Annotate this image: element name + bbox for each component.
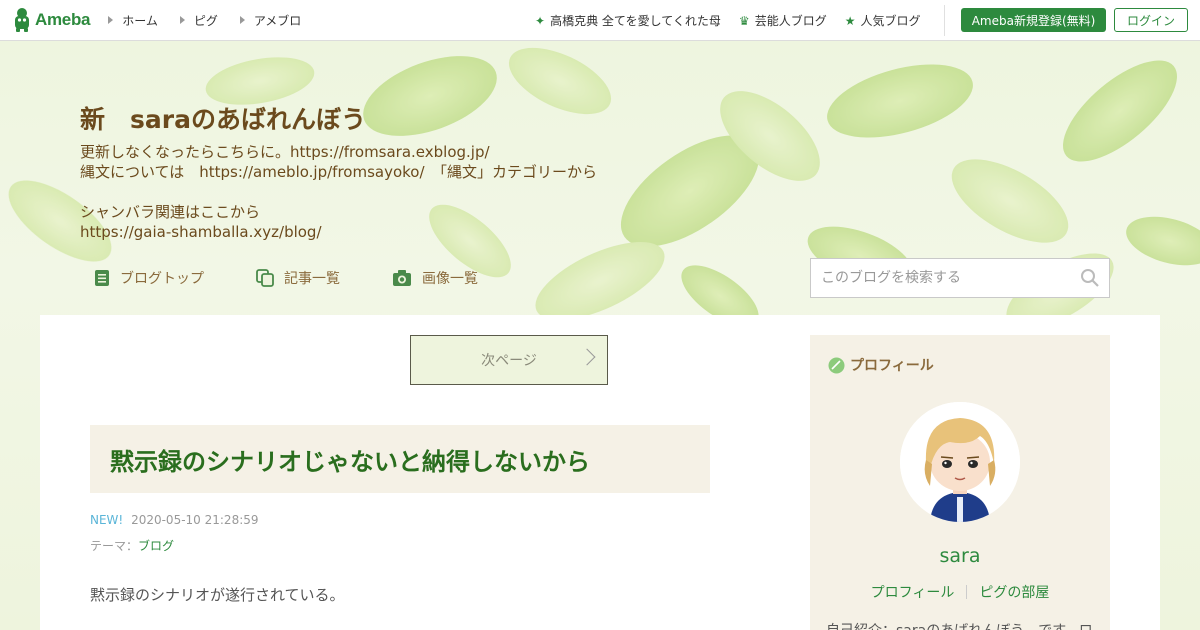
theme-label: テーマ： xyxy=(90,539,139,553)
description-line: シャンバラ関連はここから xyxy=(80,203,261,221)
next-page-button[interactable]: 次ページ xyxy=(410,335,608,385)
entry-datetime: 2020-05-10 21:28:59 xyxy=(131,513,259,527)
blog-nav-label: 画像一覧 xyxy=(422,271,478,287)
profile-intro: 自己紹介：saraのあばれんぼう です。ロ xyxy=(826,620,1096,630)
entry-title-box: 黙示録のシナリオじゃないと納得しないから xyxy=(90,425,710,493)
description-line: 更新しなくなったらこちらに。https://fromsara.exblog.jp… xyxy=(80,143,490,161)
nav-pigg-link[interactable]: ピグ xyxy=(179,12,218,29)
profile-name[interactable]: sara xyxy=(810,545,1110,567)
entry-theme: テーマ：ブログ xyxy=(90,537,174,554)
nav-popular-blog-link[interactable]: ★ 人気ブログ xyxy=(845,12,921,29)
blog-description: 更新しなくなったらこちらに。https://fromsara.exblog.jp… xyxy=(80,142,597,242)
blog-nav: ブログトップ 記事一覧 画像一覧 xyxy=(94,268,530,288)
nav-label: 人気ブログ xyxy=(860,14,921,28)
entry-body: 黙示録のシナリオが遂行されている。 xyxy=(90,586,345,604)
blog-top-link[interactable]: ブログトップ xyxy=(94,268,204,288)
nav-label: 芸能人ブログ xyxy=(754,14,827,28)
next-page-label: 次ページ xyxy=(481,353,537,369)
entry-title[interactable]: 黙示録のシナリオじゃないと納得しないから xyxy=(110,442,590,477)
logo-text: Ameba xyxy=(35,10,91,29)
description-line: https://gaia-shamballa.xyz/blog/ xyxy=(80,223,322,241)
divider xyxy=(944,5,945,36)
entry-meta: NEW! 2020-05-10 21:28:59 xyxy=(90,513,259,527)
star-icon: ★ xyxy=(844,13,856,28)
profile-links: プロフィール ピグの部屋 xyxy=(810,582,1110,602)
description-line xyxy=(80,182,597,202)
blog-title[interactable]: 新 saraのあばれんぼう xyxy=(80,100,366,136)
leaf-icon xyxy=(828,357,845,373)
crown-icon: ♛ xyxy=(738,13,750,28)
image-list-link[interactable]: 画像一覧 xyxy=(392,268,478,288)
ameba-logo[interactable]: Ameba xyxy=(12,8,90,32)
nav-label: アメブロ xyxy=(253,13,302,28)
avatar-image xyxy=(900,402,1020,522)
entry-list-link[interactable]: 記事一覧 xyxy=(256,268,340,288)
divider xyxy=(966,585,968,599)
register-button[interactable]: Ameba新規登録(無料) xyxy=(961,8,1106,32)
ameba-mascot-icon xyxy=(15,8,29,32)
triangle-right-icon xyxy=(179,16,185,24)
login-button[interactable]: ログイン xyxy=(1114,8,1188,32)
camera-icon xyxy=(393,270,411,286)
global-header: Ameba ホーム ピグ アメブロ ✦ 高橋克典 全てを愛してくれた母 ♛ 芸能… xyxy=(0,0,1200,41)
chevron-right-icon xyxy=(578,348,596,366)
profile-heading-label: プロフィール xyxy=(850,358,934,374)
nav-ameblo-link[interactable]: アメブロ xyxy=(239,12,302,29)
description-line: 縄文については https://ameblo.jp/fromsayoko/ 「縄… xyxy=(80,163,598,181)
nav-label: 高橋克典 全てを愛してくれた母 xyxy=(550,14,721,28)
nav-trending-link[interactable]: ✦ 高橋克典 全てを愛してくれた母 xyxy=(535,12,721,29)
avatar[interactable] xyxy=(900,402,1020,522)
blog-search xyxy=(810,258,1110,298)
nav-celebrity-blog-link[interactable]: ♛ 芸能人ブログ xyxy=(739,12,827,29)
new-badge: NEW! xyxy=(90,513,124,527)
global-nav-left: ホーム ピグ アメブロ xyxy=(108,12,323,29)
nav-label: ピグ xyxy=(193,13,218,28)
pigg-room-link[interactable]: ピグの部屋 xyxy=(979,582,1049,602)
nav-home-link[interactable]: ホーム xyxy=(108,12,158,29)
triangle-right-icon xyxy=(239,16,245,24)
profile-heading: プロフィール xyxy=(828,355,934,375)
theme-link[interactable]: ブログ xyxy=(138,539,174,553)
nav-label: ホーム xyxy=(122,13,158,28)
blog-search-input[interactable] xyxy=(821,260,1080,296)
search-icon[interactable] xyxy=(1080,268,1100,288)
blog-nav-label: ブログトップ xyxy=(120,271,204,287)
profile-link[interactable]: プロフィール xyxy=(871,582,955,602)
copy-icon xyxy=(256,269,274,287)
blog-nav-label: 記事一覧 xyxy=(284,271,340,287)
triangle-right-icon xyxy=(108,16,114,24)
global-nav-right: ✦ 高橋克典 全てを愛してくれた母 ♛ 芸能人ブログ ★ 人気ブログ xyxy=(535,0,938,41)
document-icon xyxy=(95,270,109,286)
sparkle-icon: ✦ xyxy=(535,13,546,28)
